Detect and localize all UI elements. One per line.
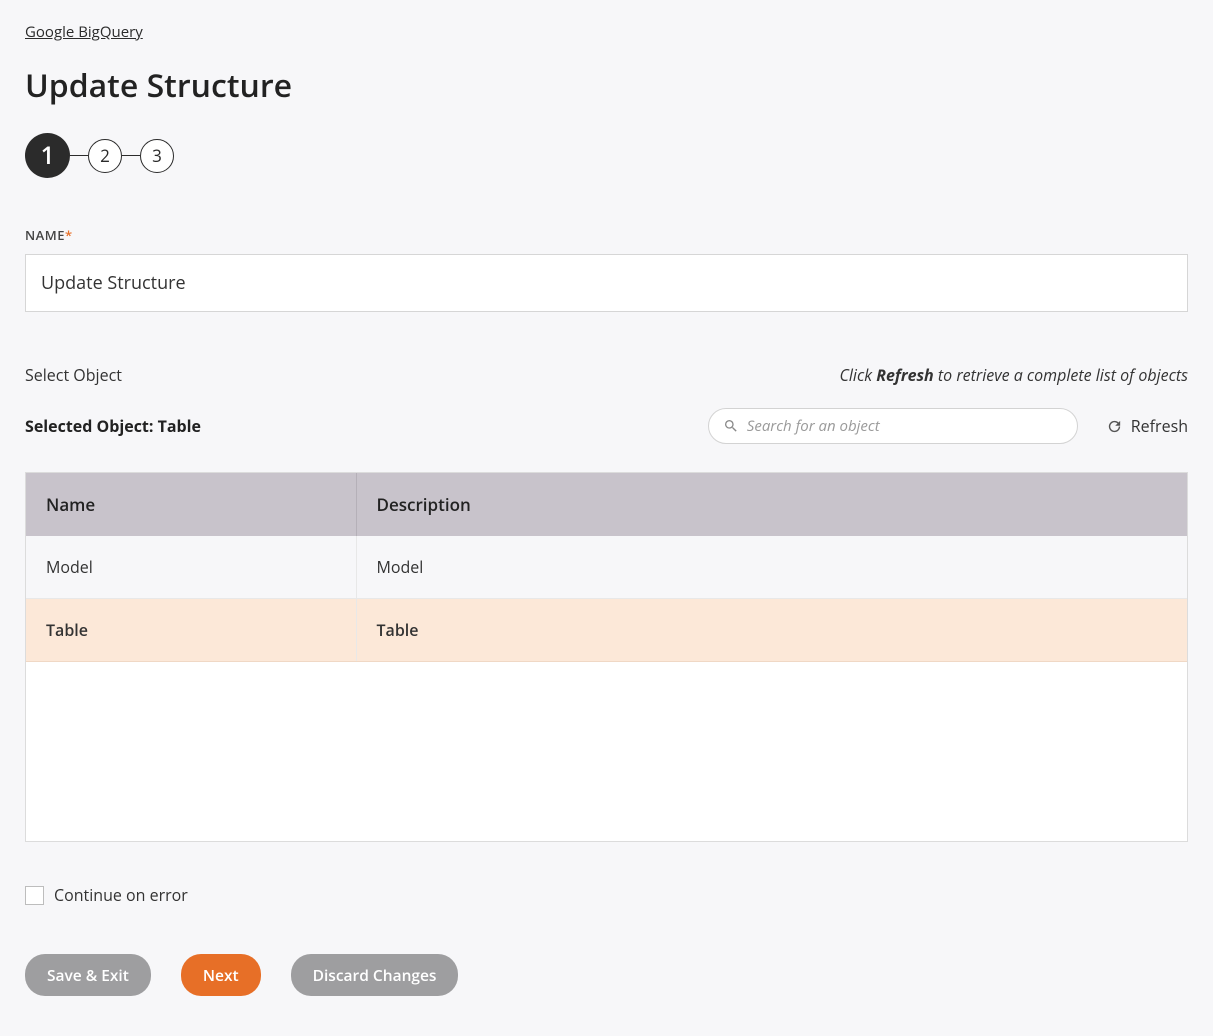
cell-description: Model xyxy=(356,536,1187,599)
footer-buttons: Save & Exit Next Discard Changes xyxy=(25,954,1188,996)
required-asterisk: * xyxy=(65,226,73,244)
step-3[interactable]: 3 xyxy=(140,139,174,173)
refresh-hint: Click Refresh to retrieve a complete lis… xyxy=(839,364,1188,386)
continue-on-error-checkbox[interactable] xyxy=(25,886,44,905)
object-table: Name Description Model Model Table Table xyxy=(26,473,1187,662)
search-box[interactable] xyxy=(708,408,1078,444)
name-input[interactable] xyxy=(25,254,1188,312)
breadcrumb-link[interactable]: Google BigQuery xyxy=(25,22,143,42)
step-1[interactable]: 1 xyxy=(25,133,70,178)
discard-button[interactable]: Discard Changes xyxy=(291,954,459,996)
step-connector xyxy=(122,155,140,157)
step-2[interactable]: 2 xyxy=(88,139,122,173)
cell-name: Table xyxy=(26,599,356,662)
object-table-container: Name Description Model Model Table Table xyxy=(25,472,1188,842)
search-icon xyxy=(723,418,739,434)
cell-description: Table xyxy=(356,599,1187,662)
table-row[interactable]: Model Model xyxy=(26,536,1187,599)
table-row[interactable]: Table Table xyxy=(26,599,1187,662)
select-object-label: Select Object xyxy=(25,364,122,386)
next-button[interactable]: Next xyxy=(181,954,261,996)
step-connector xyxy=(70,155,88,157)
column-header-name[interactable]: Name xyxy=(26,473,356,536)
search-input[interactable] xyxy=(747,416,1063,436)
continue-on-error-label: Continue on error xyxy=(54,884,188,906)
selected-object-label: Selected Object: Table xyxy=(25,415,201,437)
cell-name: Model xyxy=(26,536,356,599)
save-exit-button[interactable]: Save & Exit xyxy=(25,954,151,996)
refresh-icon xyxy=(1106,418,1123,435)
column-header-description[interactable]: Description xyxy=(356,473,1187,536)
stepper: 1 2 3 xyxy=(25,133,1188,178)
refresh-button[interactable]: Refresh xyxy=(1106,415,1188,437)
refresh-button-label: Refresh xyxy=(1131,415,1188,437)
name-field-label: NAME* xyxy=(25,226,1188,244)
page-title: Update Structure xyxy=(25,64,1188,107)
